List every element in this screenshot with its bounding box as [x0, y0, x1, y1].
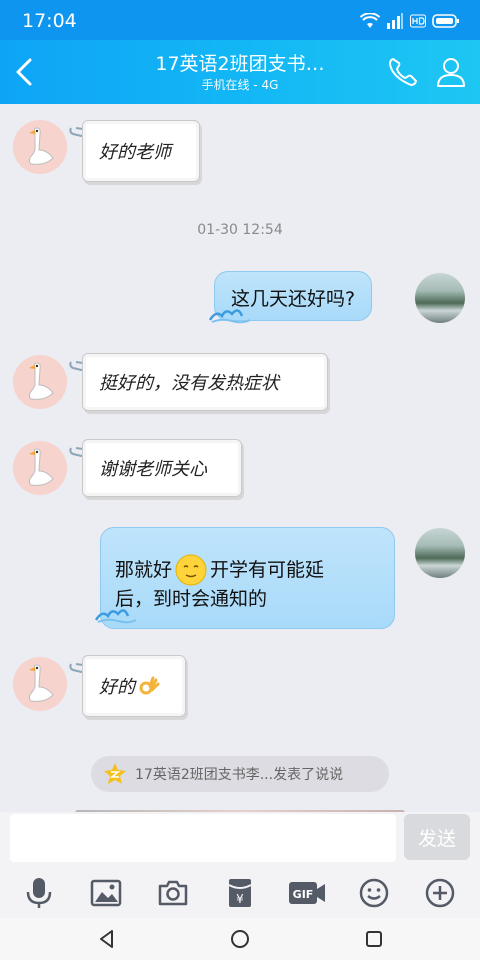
red-packet-symbol: ¥ — [236, 892, 244, 906]
plus-icon — [426, 878, 455, 908]
gif-label: GIF — [292, 888, 313, 901]
wave-decoration-icon — [94, 609, 137, 624]
message-text: 那就好 — [115, 559, 173, 581]
message-text: 好的 — [99, 677, 135, 698]
nav-recents-icon[interactable] — [362, 927, 386, 951]
battery-icon — [432, 14, 459, 28]
signal-icon — [387, 13, 403, 29]
input-toolbar: ¥ GIF — [0, 868, 480, 918]
contact-avatar[interactable] — [13, 441, 67, 495]
emoji-button[interactable] — [354, 873, 394, 913]
goose-avatar-icon — [28, 127, 54, 165]
smile-emoji-icon — [175, 554, 207, 586]
status-icons — [360, 11, 460, 31]
message-bubble[interactable]: 好的老师 — [82, 120, 200, 182]
message-text-line-2: 后，到时会通知的 — [115, 588, 268, 610]
nav-back-icon[interactable] — [95, 927, 119, 951]
message-timestamp: 01-30 12:54 — [197, 222, 283, 238]
camera-button[interactable] — [153, 873, 193, 913]
chat-subtitle: 手机在线 - 4G — [201, 78, 279, 92]
system-nav-bar — [0, 918, 480, 960]
status-bar: 17:04 — [0, 0, 480, 40]
image-icon — [91, 879, 122, 907]
chat-area[interactable]: 好的老师 01-30 12:54 这几天还好吗? 挺好的，没有发热症状 谢谢老师… — [0, 104, 480, 816]
input-bar: 发送 — [0, 812, 480, 868]
wave-decoration-icon — [208, 309, 251, 324]
qzone-star-icon — [104, 763, 126, 784]
contact-avatar[interactable] — [13, 657, 67, 711]
message-bubble[interactable]: 挺好的，没有发热症状 — [82, 353, 328, 411]
message-bubble[interactable]: 谢谢老师关心 — [82, 439, 242, 497]
phone-icon — [389, 58, 417, 86]
status-time: 17:04 — [22, 10, 77, 32]
post-notice-text: 17英语2班团支书李...发表了说说 — [135, 767, 344, 783]
goose-avatar-icon — [28, 362, 54, 400]
message-text: 挺好的，没有发热症状 — [99, 373, 279, 394]
red-packet-icon: ¥ — [228, 879, 252, 907]
camera-icon — [158, 880, 188, 906]
person-icon — [437, 58, 465, 87]
chat-header: 17英语2班团支书… 手机在线 - 4G — [0, 40, 480, 104]
send-button[interactable]: 发送 — [404, 814, 470, 860]
message-text-line-1: 那就好 开学有可能延 — [115, 554, 380, 586]
back-button[interactable] — [8, 52, 44, 92]
goose-avatar-icon — [28, 448, 54, 486]
chevron-left-icon — [16, 58, 32, 86]
message-input[interactable] — [10, 814, 396, 862]
message-bubble[interactable]: 好的 — [82, 655, 186, 717]
my-avatar[interactable] — [415, 528, 465, 578]
nav-home-icon[interactable] — [228, 927, 252, 951]
call-button[interactable] — [384, 53, 422, 91]
image-button[interactable] — [86, 873, 126, 913]
hd-icon — [410, 14, 426, 28]
message-text: 开学有可能延 — [210, 559, 325, 581]
post-notice[interactable]: 17英语2班团支书李...发表了说说 — [91, 756, 389, 792]
my-avatar[interactable] — [415, 273, 465, 323]
chat-title[interactable]: 17英语2班团支书… — [140, 49, 340, 76]
microphone-icon — [27, 878, 52, 908]
wifi-icon — [360, 13, 380, 28]
message-text: 谢谢老师关心 — [99, 459, 207, 480]
ok-hand-emoji-icon — [139, 676, 160, 695]
emoji-icon — [359, 878, 388, 908]
gif-icon: GIF — [288, 882, 325, 904]
my-message-bubble[interactable]: 那就好 开学有可能延 后，到时会通知的 — [100, 527, 395, 629]
message-text: 好的老师 — [99, 142, 171, 163]
red-packet-button[interactable]: ¥ — [220, 873, 260, 913]
profile-button[interactable] — [432, 53, 470, 91]
gif-button[interactable]: GIF — [287, 873, 327, 913]
contact-avatar[interactable] — [13, 355, 67, 409]
contact-avatar[interactable] — [13, 120, 67, 174]
goose-avatar-icon — [28, 664, 54, 702]
more-button[interactable] — [420, 873, 460, 913]
voice-button[interactable] — [19, 873, 59, 913]
